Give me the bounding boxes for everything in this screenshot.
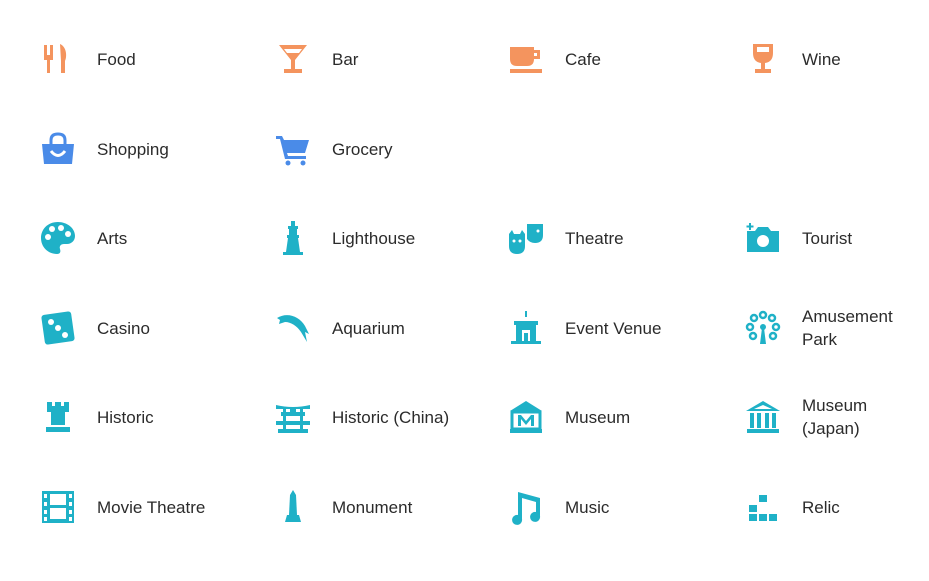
category-label: Relic xyxy=(802,497,840,517)
music-note-icon xyxy=(508,489,544,525)
category-label: Theatre xyxy=(565,228,624,248)
category-label: Event Venue xyxy=(565,318,662,338)
category-music[interactable]: Music xyxy=(508,477,738,537)
category-arts[interactable]: Arts xyxy=(40,208,270,268)
category-label: Grocery xyxy=(332,139,393,159)
relic-blocks-icon xyxy=(745,489,781,525)
category-lighthouse[interactable]: Lighthouse xyxy=(275,208,505,268)
museum-columns-icon xyxy=(745,399,781,435)
category-casino[interactable]: Casino xyxy=(40,298,270,358)
castle-tower-icon xyxy=(40,399,76,435)
category-amusement-park[interactable]: Amusement Park xyxy=(745,298,929,358)
dolphin-icon xyxy=(275,310,311,346)
category-label: Aquarium xyxy=(332,318,405,338)
camera-icon xyxy=(745,220,781,256)
wine-glass-icon xyxy=(745,41,781,77)
category-cafe[interactable]: Cafe xyxy=(508,29,738,89)
palette-icon xyxy=(40,220,76,256)
obelisk-icon xyxy=(275,489,311,525)
category-label: Historic (China) xyxy=(332,407,450,427)
film-strip-icon xyxy=(40,489,76,525)
category-label: Casino xyxy=(97,318,150,338)
category-historic[interactable]: Historic xyxy=(40,387,270,447)
shopping-bag-icon xyxy=(40,131,76,167)
cocktail-icon xyxy=(275,41,311,77)
category-monument[interactable]: Monument xyxy=(275,477,505,537)
category-label: Cafe xyxy=(565,49,601,69)
fork-knife-icon xyxy=(40,41,76,77)
ferris-wheel-icon xyxy=(745,310,781,346)
category-label: Monument xyxy=(332,497,413,517)
category-aquarium[interactable]: Aquarium xyxy=(275,298,505,358)
category-grocery[interactable]: Grocery xyxy=(275,119,505,179)
category-shopping[interactable]: Shopping xyxy=(40,119,270,179)
theatre-masks-icon xyxy=(508,220,544,256)
category-museum-japan[interactable]: Museum (Japan) xyxy=(745,387,929,447)
category-bar[interactable]: Bar xyxy=(275,29,505,89)
category-label: Arts xyxy=(97,228,128,248)
coffee-cup-icon xyxy=(508,41,544,77)
dice-icon xyxy=(40,310,76,346)
category-label: Music xyxy=(565,497,610,517)
lighthouse-icon xyxy=(275,220,311,256)
category-label: Shopping xyxy=(97,139,169,159)
museum-m-icon xyxy=(508,399,544,435)
category-food[interactable]: Food xyxy=(40,29,270,89)
category-label: Lighthouse xyxy=(332,228,416,248)
category-historic-china[interactable]: Historic (China) xyxy=(275,387,505,447)
category-movie-theatre[interactable]: Movie Theatre xyxy=(40,477,270,537)
chinese-gate-icon xyxy=(275,399,311,435)
category-label: Food xyxy=(97,49,136,69)
category-label: Bar xyxy=(332,49,359,69)
category-event-venue[interactable]: Event Venue xyxy=(508,298,738,358)
category-relic[interactable]: Relic xyxy=(745,477,929,537)
category-label: Museum xyxy=(565,407,631,427)
shopping-cart-icon xyxy=(275,131,311,167)
category-label: Historic xyxy=(97,407,154,427)
category-label: Tourist xyxy=(802,228,853,248)
category-museum[interactable]: Museum xyxy=(508,387,738,447)
category-label: Museum (Japan) xyxy=(802,396,868,438)
category-tourist[interactable]: Tourist xyxy=(745,208,929,268)
category-wine[interactable]: Wine xyxy=(745,29,929,89)
category-label: Amusement Park xyxy=(802,307,893,349)
category-label: Wine xyxy=(802,49,841,69)
event-venue-icon xyxy=(508,310,544,346)
category-label: Movie Theatre xyxy=(97,497,206,517)
category-theatre[interactable]: Theatre xyxy=(508,208,738,268)
